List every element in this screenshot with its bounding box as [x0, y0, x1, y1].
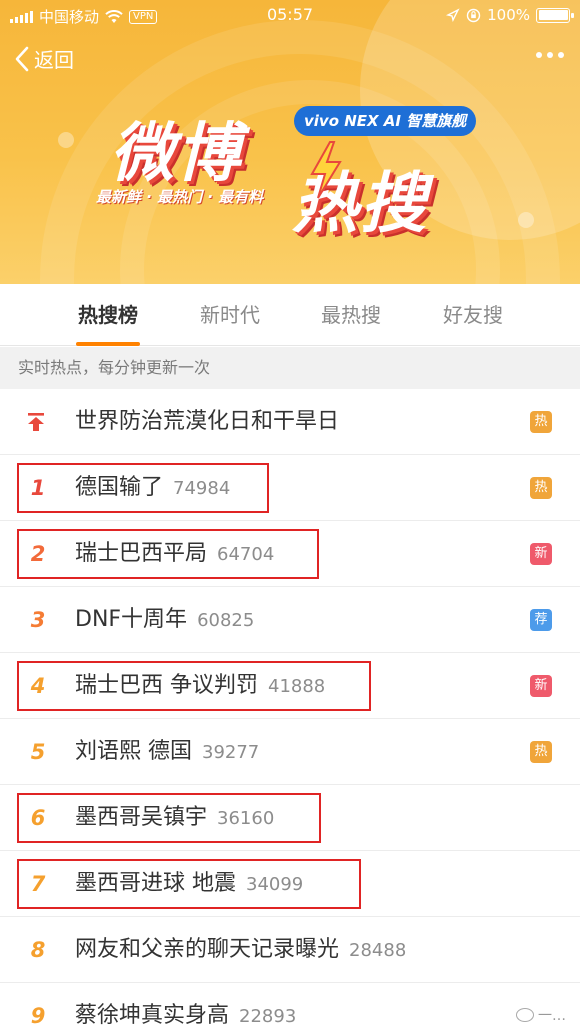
hot-item-row[interactable]: 5 刘语熙 德国 39277 热 — [0, 719, 580, 785]
hot-item-title: 网友和父亲的聊天记录曝光 28488 — [75, 917, 406, 983]
hot-item-title-text: 德国输了 — [75, 475, 164, 500]
hot-item-row[interactable]: 4 瑞士巴西 争议判罚 41888 新 — [0, 653, 580, 719]
more-options-icon[interactable] — [536, 52, 564, 58]
pinned-hot-item[interactable]: 世界防治荒漠化日和干旱日 热 — [0, 389, 580, 455]
hot-item-title: 世界防治荒漠化日和干旱日 — [75, 389, 339, 455]
hot-item-row[interactable]: 7 墨西哥进球 地震 34099 — [0, 851, 580, 917]
update-notice: 实时热点，每分钟更新一次 — [0, 347, 580, 389]
hot-item-title: DNF十周年 60825 — [75, 587, 254, 653]
rank-number: 8 — [30, 938, 46, 962]
logo-tagline: 最新鲜 · 最热门 · 最有料 — [96, 188, 264, 206]
logo-title-weibo: 微博 — [110, 117, 242, 191]
hot-search-logo: 微博 vivo NEX AI 智慧旗舰 热搜 最新鲜 · 最热门 · 最有料 — [96, 100, 524, 242]
hot-search-list: 世界防治荒漠化日和干旱日热 1 德国输了 74984 热 2 瑞士巴西平局 64704 新 3 DN… — [0, 389, 580, 1031]
location-icon — [446, 8, 460, 22]
tab-label: 好友搜 — [443, 303, 503, 327]
search-count: 64704 — [217, 544, 275, 565]
chevron-left-icon — [15, 46, 29, 71]
hot-item-row[interactable]: 9 蔡徐坤真实身高 22893 — [0, 983, 580, 1031]
tab-label: 最热搜 — [321, 303, 381, 327]
hot-item-title: 瑞士巴西 争议判罚 41888 — [75, 653, 325, 719]
rotation-lock-icon — [466, 8, 481, 22]
weibo-logo-icon — [516, 1008, 534, 1022]
hot-badge: 热 — [530, 411, 552, 433]
tab-new-era[interactable]: 新时代 — [178, 284, 282, 346]
hot-badge: 热 — [530, 477, 552, 499]
watermark-text: 一… — [538, 1008, 566, 1024]
rank-number: 1 — [30, 476, 46, 500]
hot-badge: 荐 — [530, 609, 552, 631]
hot-item-title: 墨西哥吴镇宇 36160 — [75, 785, 274, 851]
hot-item-title-text: 墨西哥进球 地震 — [75, 871, 236, 896]
hot-item-title-text: 世界防治荒漠化日和干旱日 — [75, 409, 340, 434]
tab-most-searched[interactable]: 最热搜 — [299, 284, 403, 346]
back-label: 返回 — [34, 48, 74, 72]
status-bar: 中国移动 VPN 05:57 100% — [0, 0, 580, 30]
active-tab-indicator — [76, 342, 140, 346]
rank-number: 3 — [30, 608, 46, 632]
search-count: 74984 — [173, 478, 231, 499]
rank-number: 4 — [30, 674, 46, 698]
tab-label: 新时代 — [200, 303, 260, 327]
hot-item-title: 瑞士巴西平局 64704 — [75, 521, 274, 587]
hot-badge: 新 — [530, 675, 552, 697]
search-count: 60825 — [197, 610, 255, 631]
nav-bar: 返回 — [0, 40, 580, 80]
hot-badge: 热 — [530, 741, 552, 763]
lightning-bolt-icon — [310, 141, 342, 199]
hot-item-title-text: 墨西哥吴镇宇 — [75, 805, 208, 830]
hot-item-title: 墨西哥进球 地震 34099 — [75, 851, 303, 917]
hot-item-title: 刘语熙 德国 39277 — [75, 719, 259, 785]
hot-item-row[interactable]: 8 网友和父亲的聊天记录曝光 28488 — [0, 917, 580, 983]
hot-item-title-text: 瑞士巴西 争议判罚 — [75, 673, 258, 698]
rank-number: 7 — [30, 872, 46, 896]
search-count: 41888 — [268, 676, 326, 697]
search-count: 34099 — [246, 874, 304, 895]
tab-hot-list[interactable]: 热搜榜 — [56, 284, 160, 346]
hot-item-title-text: DNF十周年 — [75, 607, 188, 632]
tab-label: 热搜榜 — [78, 303, 138, 327]
tab-bar: 热搜榜 新时代 最热搜 好友搜 — [0, 284, 580, 346]
hot-item-row[interactable]: 2 瑞士巴西平局 64704 新 — [0, 521, 580, 587]
search-count: 28488 — [349, 940, 407, 961]
rank-number: 5 — [30, 740, 46, 764]
banner-decor-dot — [58, 132, 74, 148]
hot-item-title-text: 蔡徐坤真实身高 — [75, 1003, 230, 1028]
watermark: 一… — [516, 1005, 566, 1025]
tab-friends-search[interactable]: 好友搜 — [421, 284, 525, 346]
search-count: 36160 — [217, 808, 275, 829]
hot-item-title-text: 瑞士巴西平局 — [75, 541, 208, 566]
hot-item-title-text: 刘语熙 德国 — [75, 739, 192, 764]
rank-number: 6 — [30, 806, 46, 830]
back-button[interactable]: 返回 — [14, 44, 74, 73]
search-count: 22893 — [239, 1006, 297, 1027]
hot-item-row[interactable]: 6 墨西哥吴镇宇 36160 — [0, 785, 580, 851]
search-count: 39277 — [202, 742, 260, 763]
hot-item-row[interactable]: 3 DNF十周年 60825 荐 — [0, 587, 580, 653]
hot-item-title: 德国输了 74984 — [75, 455, 230, 521]
sponsor-badge: vivo NEX AI 智慧旗舰 — [294, 106, 477, 136]
pin-top-icon — [28, 413, 44, 431]
rank-number: 2 — [30, 542, 46, 566]
header-banner: 中国移动 VPN 05:57 100% 返回 微博 vivo NEX AI 智慧… — [0, 0, 580, 284]
battery-percent: 100% — [487, 6, 530, 24]
hot-item-row[interactable]: 1 德国输了 74984 热 — [0, 455, 580, 521]
hot-item-title-text: 网友和父亲的聊天记录曝光 — [75, 937, 340, 962]
battery-icon — [536, 7, 574, 23]
hot-item-title: 蔡徐坤真实身高 22893 — [75, 983, 296, 1031]
hot-badge: 新 — [530, 543, 552, 565]
rank-number: 9 — [30, 1004, 46, 1028]
